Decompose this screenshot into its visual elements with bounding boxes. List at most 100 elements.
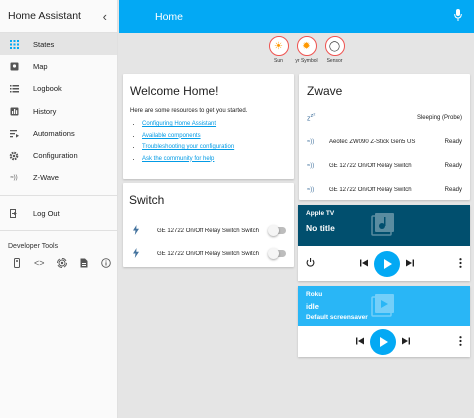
welcome-intro: Here are some resources to get you start… (130, 108, 248, 114)
media-controls (298, 246, 470, 281)
collapse-sidebar-icon[interactable]: ‹ (103, 9, 107, 24)
zwave-name: Aeotec ZW090 Z-Stick Gen5 US (329, 139, 416, 145)
sidebar-item-automations[interactable]: Automations (0, 122, 117, 144)
sidebar-item-configuration[interactable]: Configuration (0, 144, 117, 166)
logbook-icon (8, 83, 20, 95)
apple-tv-media-card: Apple TV No title (298, 205, 470, 281)
switch-card: Switch GE 12722 On/Off Relay Switch Swit… (123, 183, 294, 267)
gear-icon (8, 150, 20, 162)
link-community[interactable]: Ask the community for help (142, 156, 214, 162)
previous-track-icon[interactable] (355, 337, 364, 347)
sidebar-item-log-out[interactable]: Log Out (0, 202, 117, 224)
next-track-icon[interactable] (401, 337, 410, 347)
sidebar-item-map[interactable]: Map (0, 55, 117, 77)
sidebar-item-logbook[interactable]: Logbook (0, 78, 117, 100)
sidebar-divider (0, 230, 117, 232)
welcome-title: Welcome Home! (130, 84, 219, 98)
sidebar-item-history[interactable]: History (0, 100, 117, 122)
link-available-components[interactable]: Available components (142, 133, 201, 139)
zwave-row[interactable]: ≈)) GE 12722 On/Off Relay Switch Ready (307, 154, 462, 178)
sidebar-item-label: Z-Wave (33, 173, 59, 183)
sidebar-item-label: States (33, 39, 55, 49)
sidebar-item-z-wave[interactable]: ≈)) Z-Wave (0, 167, 117, 189)
map-icon (8, 60, 20, 72)
media-info: Roku idle Default screensaver (298, 286, 470, 326)
video-library-icon (368, 290, 398, 320)
zwave-state: Ready (444, 163, 462, 169)
list-item: Troubleshooting your configuration (142, 142, 287, 154)
switch-name[interactable]: GE 12722 On/Off Relay Switch Switch (157, 228, 266, 234)
media-info: Apple TV No title (298, 205, 470, 246)
history-icon (8, 105, 20, 117)
zwave-row[interactable]: ≈)) Aeotec ZW090 Z-Stick Gen5 US Ready (307, 130, 462, 154)
badge-sun[interactable]: ☀ Sun (268, 33, 290, 69)
roku-media-card: Roku idle Default screensaver (298, 286, 470, 357)
code-icon[interactable]: <> (28, 254, 50, 272)
sidebar-item-label: Map (33, 61, 48, 71)
sidebar-item-states[interactable]: States (0, 33, 117, 56)
sidebar: Home Assistant ‹ States Map Logbook Hist… (0, 0, 118, 418)
sidebar-item-label: Log Out (33, 208, 60, 218)
badge-label: Sun (274, 58, 283, 64)
badge-yr-symbol[interactable]: ✹ yr Symbol (295, 33, 318, 69)
developer-tools: <> (0, 254, 117, 272)
zwave-title: Zwave (307, 84, 343, 98)
music-library-icon (368, 209, 398, 239)
developer-tools-title: Developer Tools (8, 243, 59, 251)
link-troubleshooting[interactable]: Troubleshooting your configuration (142, 144, 234, 150)
list-item: Ask the community for help (142, 154, 287, 166)
zwave-state: Ready (444, 139, 462, 145)
zwave-icon: ≈)) (307, 139, 315, 145)
zwave-row[interactable]: ≈)) GE 12722 On/Off Relay Switch Ready (307, 178, 462, 202)
sun-icon: ☀ (268, 36, 289, 56)
sidebar-item-label: Logbook (33, 84, 62, 94)
zwave-state: Ready (444, 187, 462, 193)
badges-row: ☀ Sun ✹ yr Symbol ◯ Sensor (119, 33, 474, 69)
file-icon[interactable] (73, 254, 95, 272)
microphone-icon[interactable] (454, 9, 462, 24)
zwave-card: Zwave zz² Sleeping (Probe) ≈)) Aeotec ZW… (299, 74, 470, 200)
previous-track-icon[interactable] (360, 259, 368, 269)
top-bar: Home (119, 0, 474, 33)
flash-icon (133, 247, 149, 260)
sidebar-item-label: History (33, 106, 57, 116)
switch-toggle[interactable] (268, 247, 286, 259)
sensor-icon: ◯ (324, 36, 345, 56)
welcome-card: Welcome Home! Here are some resources to… (123, 74, 294, 179)
zwave-row[interactable]: zz² Sleeping (Probe) (307, 106, 462, 130)
flash-icon (133, 224, 149, 237)
switch-toggle[interactable] (268, 224, 286, 236)
grid-icon (8, 38, 20, 50)
zwave-name: GE 12722 On/Off Relay Switch (329, 163, 412, 169)
automations-icon (8, 127, 20, 139)
remote-icon[interactable] (6, 254, 28, 272)
switch-title: Switch (129, 193, 165, 207)
more-options-icon[interactable] (459, 257, 462, 270)
zwave-icon: ≈)) (307, 163, 315, 169)
play-button[interactable] (369, 328, 396, 355)
broadcast-icon[interactable] (50, 254, 72, 272)
sidebar-header: Home Assistant ‹ (0, 0, 117, 33)
weather-icon: ✹ (296, 36, 317, 56)
sidebar-divider (0, 195, 117, 197)
switch-name[interactable]: GE 12722 On/Off Relay Switch Switch (157, 251, 266, 257)
more-options-icon[interactable] (459, 335, 462, 348)
link-configuring[interactable]: Configuring Home Assistant (142, 121, 216, 127)
app-title: Home Assistant (8, 10, 81, 22)
play-button[interactable] (374, 250, 400, 277)
list-item: Available components (142, 131, 287, 143)
power-icon[interactable] (306, 258, 315, 269)
list-item: Configuring Home Assistant (142, 119, 287, 131)
zwave-icon: ≈)) (307, 187, 315, 193)
badge-label: yr Symbol (295, 58, 318, 64)
badge-label: Sensor (326, 58, 343, 64)
logout-icon (8, 207, 20, 219)
zwave-state: Sleeping (Probe) (416, 115, 462, 121)
page-title: Home (155, 10, 184, 23)
info-icon[interactable] (95, 254, 117, 272)
zwave-icon: ≈)) (10, 174, 18, 181)
next-track-icon[interactable] (406, 259, 414, 269)
sleep-icon: zz² (307, 113, 316, 123)
badge-sensor[interactable]: ◯ Sensor (324, 33, 346, 69)
switch-row: GE 12722 On/Off Relay Switch Switch (129, 242, 288, 265)
